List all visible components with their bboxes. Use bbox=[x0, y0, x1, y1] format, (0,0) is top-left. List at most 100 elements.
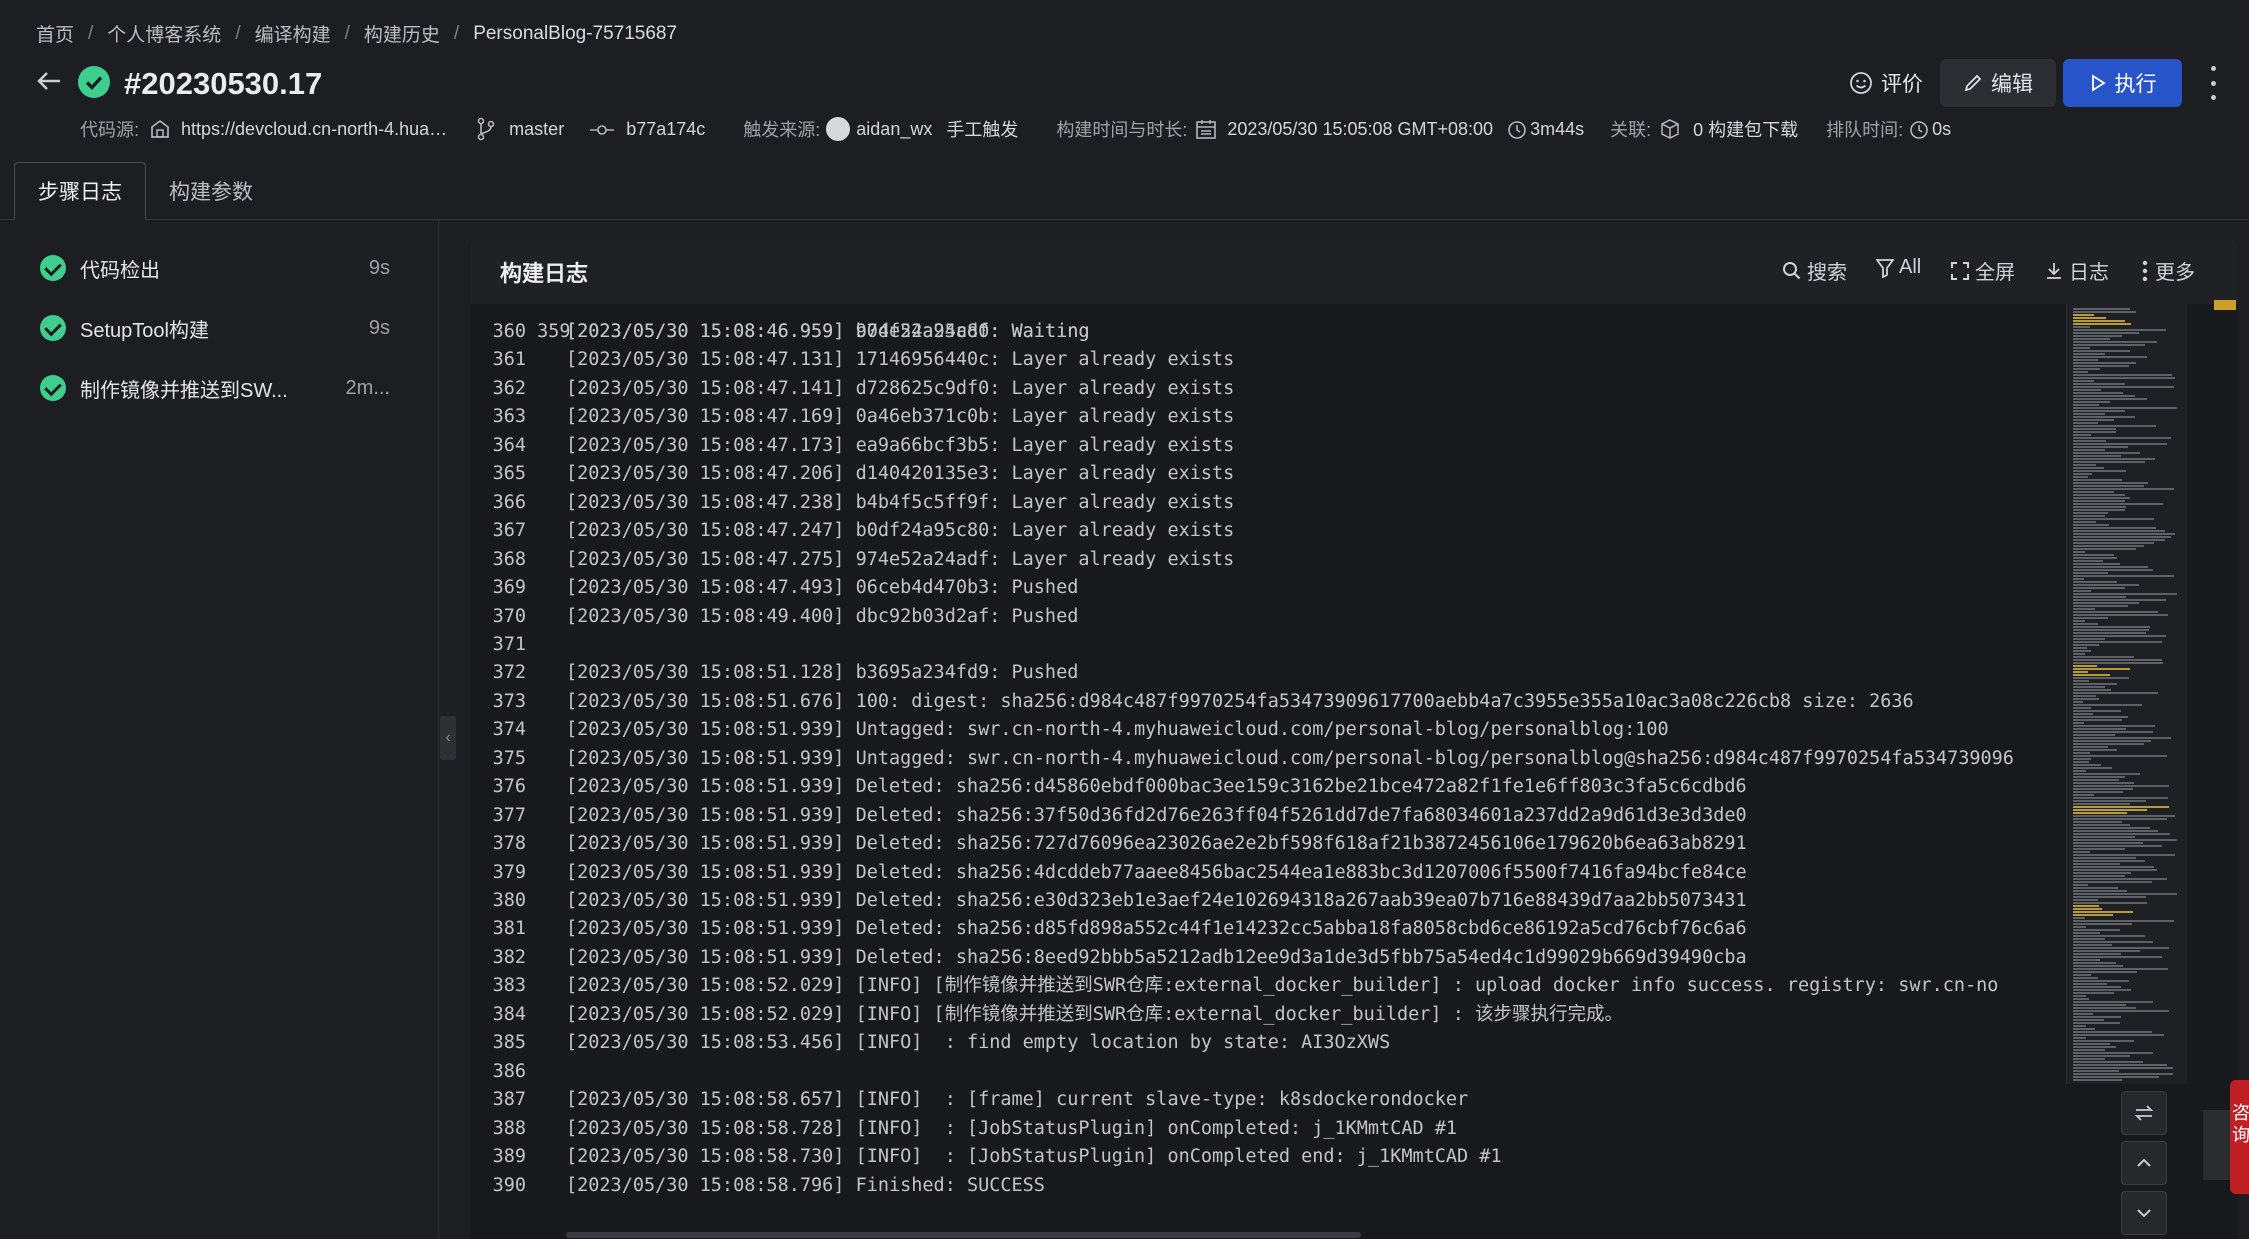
scroll-top-button[interactable] bbox=[2121, 1141, 2167, 1185]
minimap-row bbox=[2073, 947, 2169, 949]
rate-button[interactable]: 评价 bbox=[1838, 59, 1934, 107]
minimap-row bbox=[2073, 737, 2171, 739]
consult-float-button[interactable]: 咨询 bbox=[2230, 1080, 2249, 1194]
breadcrumb-separator: / bbox=[344, 22, 350, 44]
log-line-number: 367 bbox=[492, 520, 526, 542]
log-line-text: [2023/05/30 15:08:52.029] [INFO] [制作镜像并推… bbox=[566, 1003, 1623, 1025]
minimap-row bbox=[2073, 494, 2125, 496]
log-line-text: [2023/05/30 15:08:58.728] [INFO] : [JobS… bbox=[566, 1117, 1458, 1139]
log-scrollbar-thumb[interactable] bbox=[2214, 300, 2236, 310]
minimap-row bbox=[2073, 542, 2154, 544]
swap-icon bbox=[2134, 1102, 2154, 1125]
step-item[interactable]: 代码检出 9s bbox=[40, 248, 390, 288]
commit-id[interactable]: b77a174c bbox=[626, 119, 705, 140]
minimap-row bbox=[2073, 470, 2126, 472]
minimap-row bbox=[2073, 932, 2100, 934]
tab-step-logs[interactable]: 步骤日志 bbox=[14, 162, 146, 220]
minimap-row bbox=[2073, 701, 2083, 703]
build-meta: 代码源: https://devcloud.cn-north-4.hua… ma… bbox=[80, 116, 1951, 142]
minimap-row bbox=[2073, 386, 2174, 388]
log-line: 385 [2023/05/30 15:08:53.456] [INFO] : fi… bbox=[470, 1029, 1391, 1057]
minimap-row bbox=[2073, 389, 2101, 391]
log-line-number: 378 bbox=[492, 833, 526, 855]
log-more-button[interactable]: 更多 bbox=[2140, 256, 2195, 285]
minimap-row bbox=[2073, 752, 2090, 754]
log-line: 372 [2023/05/30 15:08:51.128] b3695a234fd… bbox=[470, 659, 1079, 687]
minimap-row bbox=[2073, 434, 2091, 436]
download-log-button[interactable]: 日志 bbox=[2044, 256, 2109, 285]
log-line: 384 [2023/05/30 15:08:52.029] [INFO] [制作镜… bbox=[470, 1001, 1623, 1029]
breadcrumb-separator: / bbox=[88, 22, 94, 44]
log-search-button[interactable]: 搜索 bbox=[1782, 256, 1847, 285]
source-url[interactable]: https://devcloud.cn-north-4.hua… bbox=[181, 119, 447, 140]
minimap-row bbox=[2073, 803, 2130, 805]
minimap-row bbox=[2073, 1025, 2086, 1027]
log-filter-button[interactable]: All bbox=[1876, 256, 1921, 279]
minimap-row bbox=[2073, 1019, 2104, 1021]
minimap-row bbox=[2073, 647, 2087, 649]
minimap-row bbox=[2073, 572, 2108, 574]
rate-label: 评价 bbox=[1881, 73, 1923, 96]
minimap-row bbox=[2073, 443, 2167, 445]
minimap-row bbox=[2073, 998, 2089, 1000]
consult-label: 咨询 bbox=[2232, 1103, 2249, 1145]
minimap-row bbox=[2073, 707, 2091, 709]
fullscreen-button[interactable]: 全屏 bbox=[1950, 256, 2015, 285]
more-label: 更多 bbox=[2155, 262, 2195, 284]
minimap-row bbox=[2073, 914, 2113, 916]
log-minimap[interactable] bbox=[2066, 304, 2187, 1084]
log-line: 370 [2023/05/30 15:08:49.400] dbc92b03d2a… bbox=[470, 603, 1079, 631]
minimap-row bbox=[2073, 392, 2123, 394]
minimap-row bbox=[2073, 554, 2114, 556]
log-line: 388 [2023/05/30 15:08:58.728] [INFO] : [J… bbox=[470, 1115, 1457, 1143]
minimap-row bbox=[2073, 317, 2106, 319]
minimap-row bbox=[2073, 650, 2091, 652]
minimap-row bbox=[2073, 1037, 2086, 1039]
scroll-bottom-button[interactable] bbox=[2121, 1191, 2167, 1235]
minimap-row bbox=[2073, 995, 2086, 997]
filter-label: All bbox=[1899, 256, 1922, 278]
minimap-row bbox=[2073, 929, 2120, 931]
log-line-number: 379 bbox=[492, 861, 526, 883]
minimap-row bbox=[2073, 383, 2125, 385]
minimap-row bbox=[2073, 776, 2125, 778]
wrap-toggle-button[interactable] bbox=[2121, 1091, 2167, 1135]
minimap-row bbox=[2073, 515, 2105, 517]
minimap-row bbox=[2073, 1040, 2134, 1042]
log-line: 379 [2023/05/30 15:08:51.939] Deleted: sh… bbox=[470, 859, 1747, 887]
download-icon bbox=[2044, 259, 2064, 282]
log-line: 361 [2023/05/30 15:08:47.131] 17146956440… bbox=[470, 346, 1235, 374]
log-line-number: 389 bbox=[492, 1146, 526, 1168]
log-line: 362 [2023/05/30 15:08:47.141] d728625c9df… bbox=[470, 375, 1235, 403]
collapse-panel-handle[interactable]: ‹ bbox=[440, 716, 456, 760]
minimap-row bbox=[2073, 464, 2096, 466]
breadcrumb-build[interactable]: 编译构建 bbox=[255, 20, 331, 47]
minimap-row bbox=[2073, 941, 2153, 943]
minimap-row bbox=[2073, 944, 2112, 946]
log-line-number: 372 bbox=[492, 662, 526, 684]
minimap-row bbox=[2073, 347, 2090, 349]
back-arrow-icon[interactable] bbox=[34, 66, 64, 96]
more-options-icon[interactable] bbox=[2206, 66, 2220, 100]
breadcrumb-project[interactable]: 个人博客系统 bbox=[107, 20, 221, 47]
minimap-row bbox=[2073, 785, 2169, 787]
minimap-row bbox=[2073, 1067, 2173, 1069]
breadcrumb-home[interactable]: 首页 bbox=[36, 20, 74, 47]
log-line-text: [2023/05/30 15:08:51.939] Deleted: sha25… bbox=[566, 861, 1747, 883]
step-item[interactable]: SetupTool构建 9s bbox=[40, 308, 390, 348]
minimap-row bbox=[2073, 473, 2092, 475]
minimap-row bbox=[2073, 893, 2177, 895]
step-item[interactable]: 制作镜像并推送到SW... 2m... bbox=[40, 368, 390, 408]
horizontal-scrollbar[interactable] bbox=[566, 1232, 1361, 1238]
run-button[interactable]: 执行 bbox=[2063, 59, 2182, 107]
log-line-text: [2023/05/30 15:08:51.676] 100: digest: s… bbox=[566, 690, 1914, 712]
minimap-row bbox=[2073, 809, 2147, 811]
minimap-row bbox=[2073, 380, 2094, 382]
minimap-row bbox=[2073, 761, 2089, 763]
tab-build-params[interactable]: 构建参数 bbox=[150, 162, 272, 220]
breadcrumb-history[interactable]: 构建历史 bbox=[364, 20, 440, 47]
package-download[interactable]: 0 构建包下载 bbox=[1693, 116, 1798, 142]
minimap-row bbox=[2073, 530, 2165, 532]
minimap-row bbox=[2073, 488, 2174, 490]
edit-button[interactable]: 编辑 bbox=[1940, 59, 2056, 107]
